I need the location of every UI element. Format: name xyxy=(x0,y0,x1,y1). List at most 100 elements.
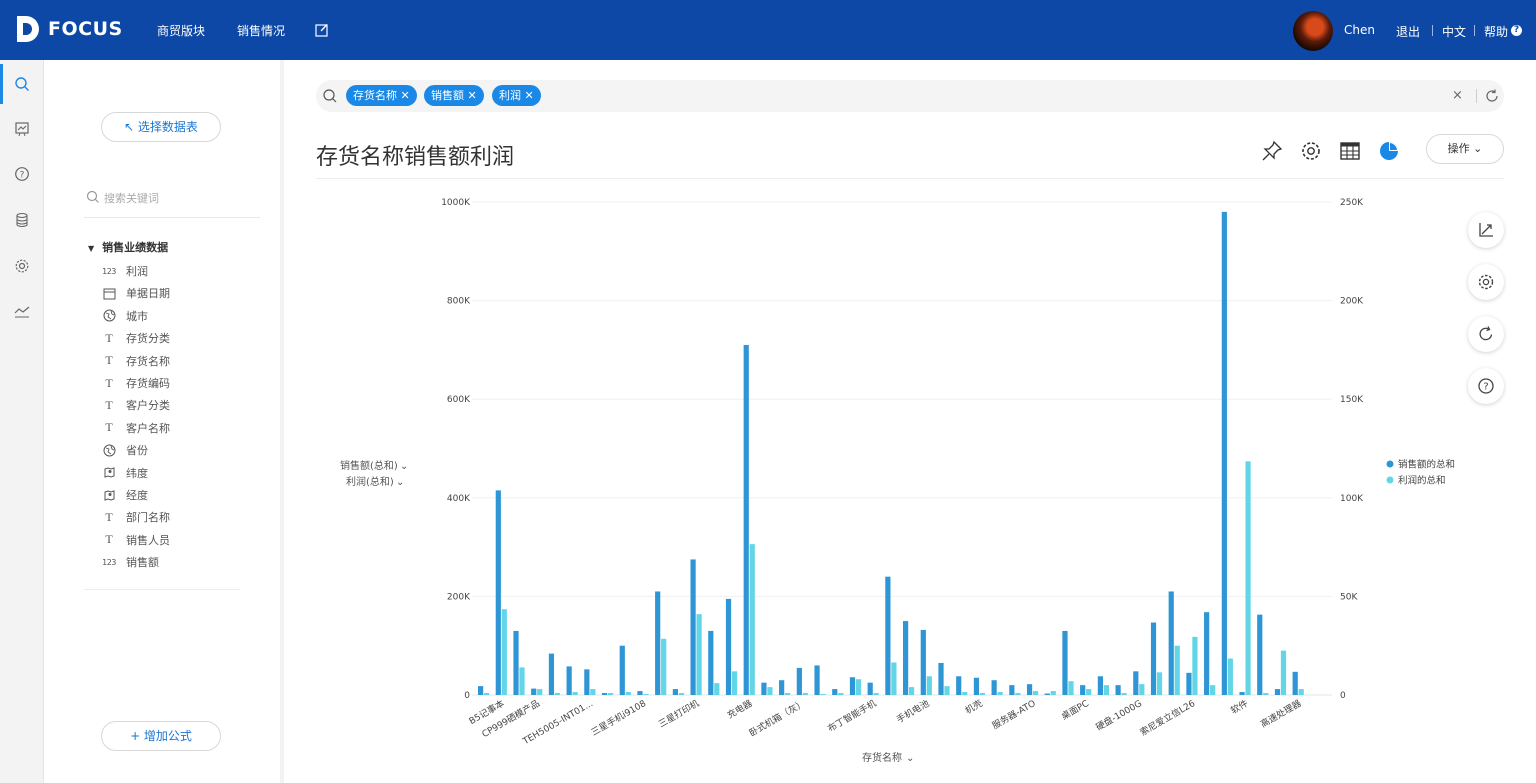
select-table-button[interactable]: ↖ 选择数据表 xyxy=(101,112,221,142)
field-item[interactable]: 123 利润 xyxy=(102,261,148,281)
field-item[interactable]: T 销售人员 xyxy=(102,530,170,550)
sales-bar xyxy=(1186,672,1192,695)
board-icon[interactable] xyxy=(14,121,30,137)
left-tick-label: 200K xyxy=(447,592,471,602)
table-view-icon[interactable] xyxy=(1339,140,1361,162)
profit-bar xyxy=(731,671,738,695)
logout-link[interactable]: 退出 xyxy=(1396,23,1420,40)
add-formula-button[interactable]: + 增加公式 xyxy=(101,721,221,751)
right-tick-label: 250K xyxy=(1340,198,1364,208)
remove-tag-icon[interactable]: ✕ xyxy=(468,89,477,102)
remove-tag-icon[interactable]: ✕ xyxy=(401,89,410,102)
clear-query-icon[interactable]: × xyxy=(1452,88,1463,103)
field-item[interactable]: T 客户名称 xyxy=(102,418,170,438)
x-axis-title[interactable]: 存货名称 xyxy=(862,751,902,764)
field-label: 客户分类 xyxy=(126,399,170,413)
sales-bar xyxy=(1168,591,1174,695)
refresh-icon[interactable] xyxy=(1484,88,1500,104)
profit-bar xyxy=(1174,645,1180,695)
left-tick-label: 800K xyxy=(447,297,471,307)
profit-bar xyxy=(802,693,808,695)
field-item[interactable]: 123 销售额 xyxy=(102,552,159,572)
search-icon xyxy=(323,89,337,103)
sales-bar xyxy=(814,665,820,695)
help-icon[interactable]: ? xyxy=(1511,25,1522,36)
gear-icon[interactable] xyxy=(14,258,30,274)
x-tick-label: 充电器 xyxy=(725,697,754,721)
help-circle-icon[interactable]: ? xyxy=(14,166,30,182)
gear-icon xyxy=(1478,274,1494,290)
text-icon: T xyxy=(105,509,113,524)
chart-help-button[interactable]: ? xyxy=(1468,368,1504,404)
field-item[interactable]: 经度 xyxy=(102,485,148,505)
operations-dropdown[interactable]: 操作 ⌄ xyxy=(1426,134,1504,164)
y-axis-selector[interactable]: 销售额(总和) ⌄ 利润(总和) ⌄ xyxy=(340,459,408,488)
field-item[interactable]: T 存货名称 xyxy=(102,351,170,371)
help-link[interactable]: 帮助 xyxy=(1484,23,1508,40)
query-bar[interactable]: 存货名称 ✕ 销售额 ✕ 利润 ✕ × xyxy=(316,80,1504,112)
field-item[interactable]: 单据日期 xyxy=(102,283,170,303)
sales-bar xyxy=(708,630,714,695)
field-label: 经度 xyxy=(126,489,148,502)
query-tag[interactable]: 存货名称 ✕ xyxy=(346,85,417,106)
profit-bar xyxy=(590,689,596,695)
divider xyxy=(316,178,1504,179)
field-item[interactable]: T 部门名称 xyxy=(102,507,170,527)
chevron-down-icon[interactable]: ⌄ xyxy=(396,477,404,488)
text-icon: T xyxy=(105,532,113,547)
sales-bar xyxy=(725,598,732,695)
avatar[interactable] xyxy=(1293,11,1333,51)
profit-bar xyxy=(944,686,950,695)
text-icon: T xyxy=(105,375,113,390)
globe-icon xyxy=(102,443,116,457)
right-axis-ticks: 0 50K 100K 150K 200K 250K xyxy=(1340,198,1364,701)
logo[interactable]: FOCUS xyxy=(14,14,123,44)
user-name[interactable]: Chen xyxy=(1344,23,1375,37)
x-axis-labels: B5记事本CP999硒模产品TEH5005-INT01...三星手机i9108 三… xyxy=(467,697,1304,748)
help-circle-icon: ? xyxy=(1478,378,1494,394)
search-icon[interactable] xyxy=(14,76,30,92)
profit-bar xyxy=(484,693,490,695)
database-icon[interactable] xyxy=(14,212,30,228)
profit-bar xyxy=(1103,685,1109,695)
nav-trade[interactable]: 商贸版块 xyxy=(157,22,205,39)
profit-bar xyxy=(1245,461,1251,695)
edit-icon[interactable] xyxy=(315,23,329,37)
field-item[interactable]: 省份 xyxy=(102,440,148,460)
field-item[interactable]: 纬度 xyxy=(102,463,148,483)
y-selector-sales[interactable]: 销售额(总和) xyxy=(340,459,398,472)
profit-bar xyxy=(607,693,614,695)
profit-bar xyxy=(1068,681,1074,695)
axis-button[interactable] xyxy=(1468,212,1504,248)
x-axis-selector[interactable]: 存货名称 ⌄ xyxy=(862,751,914,764)
legend-swatch xyxy=(1386,476,1394,484)
profit-bar xyxy=(625,692,631,695)
x-tick-label: 三星打印机 xyxy=(656,697,701,730)
reset-button[interactable] xyxy=(1468,316,1504,352)
y-selector-profit[interactable]: 利润(总和) xyxy=(346,475,394,488)
chevron-down-icon[interactable]: ⌄ xyxy=(400,461,408,472)
chevron-down-icon[interactable]: ⌄ xyxy=(906,753,914,764)
data-sidebar: ↖ 选择数据表 搜索关键词 ▼ 销售业绩数据 123 利润 单据日期城市 T 存货分类 T 存… xyxy=(44,60,280,783)
query-tag[interactable]: 利润 ✕ xyxy=(492,85,541,106)
field-item[interactable]: 城市 xyxy=(102,306,148,326)
settings-icon[interactable] xyxy=(1300,140,1322,162)
field-item[interactable]: T 客户分类 xyxy=(102,395,170,415)
chart-type-icon[interactable] xyxy=(1378,140,1400,162)
nav-sales[interactable]: 销售情况 xyxy=(237,22,285,39)
remove-tag-icon[interactable]: ✕ xyxy=(525,89,534,102)
profit-bar xyxy=(785,693,791,695)
right-tick-label: 150K xyxy=(1340,395,1364,405)
chart-settings-button[interactable] xyxy=(1468,264,1504,300)
legend: 销售额的总和利润的总和 xyxy=(1386,459,1455,487)
pin-icon[interactable] xyxy=(1261,140,1283,162)
number-icon: 123 xyxy=(102,557,116,567)
field-item[interactable]: T 存货编码 xyxy=(102,373,170,393)
field-item[interactable]: T 存货分类 xyxy=(102,328,170,348)
query-tag[interactable]: 销售额 ✕ xyxy=(424,85,484,106)
keyword-search-input[interactable]: 搜索关键词 xyxy=(84,186,260,218)
language-switch[interactable]: 中文 xyxy=(1442,23,1466,40)
table-node[interactable]: ▼ 销售业绩数据 xyxy=(88,239,168,255)
trend-icon[interactable] xyxy=(14,303,30,319)
right-tick-label: 100K xyxy=(1340,494,1364,504)
